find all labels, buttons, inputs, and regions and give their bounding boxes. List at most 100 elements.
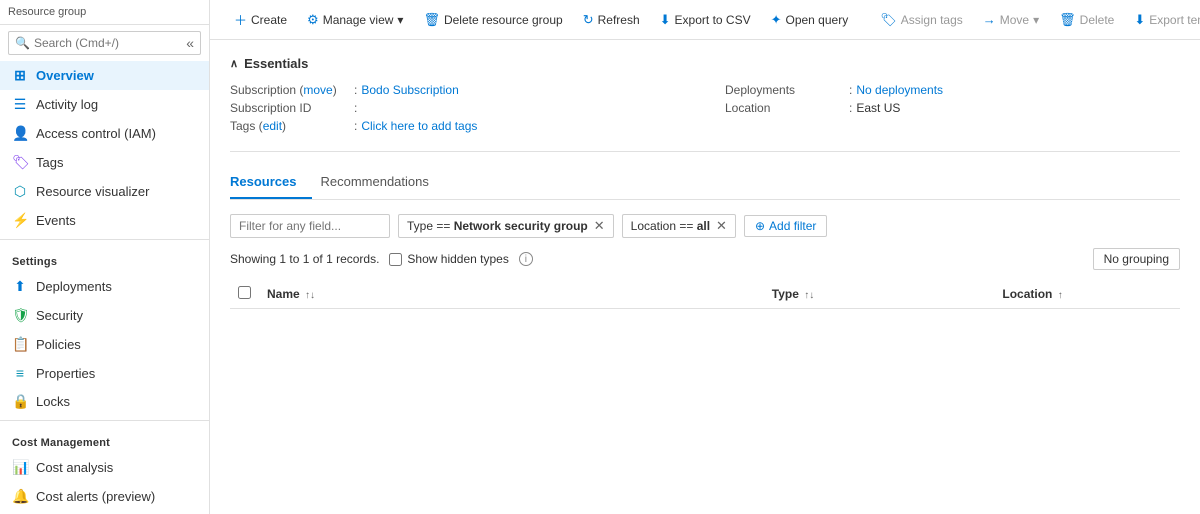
manage-view-button[interactable]: ⚙ Manage view ▾	[299, 8, 411, 32]
sidebar-item-label: Overview	[36, 68, 94, 83]
filter-input[interactable]	[230, 214, 390, 238]
add-filter-button[interactable]: ⊕ Add filter	[744, 215, 827, 237]
sidebar-item-label: Deployments	[36, 279, 112, 294]
type-filter-label: Type == Network security group	[407, 219, 588, 233]
th-type[interactable]: Type ↑↓	[764, 280, 995, 309]
type-filter-remove-icon[interactable]: ✕	[594, 218, 605, 234]
deployments-value[interactable]: No deployments	[856, 83, 943, 97]
tags-edit-link[interactable]: edit	[263, 119, 282, 133]
location-sort-icon[interactable]: ↑	[1058, 290, 1063, 301]
essentials-header: ∧ Essentials	[230, 56, 1180, 71]
name-sort-icon[interactable]: ↑↓	[305, 290, 315, 301]
sidebar-item-activity-log[interactable]: ☰ Activity log	[0, 90, 209, 119]
export-csv-icon: ⬇	[660, 12, 671, 28]
type-filter-chip[interactable]: Type == Network security group ✕	[398, 214, 614, 238]
sidebar-item-security[interactable]: 🛡 Security	[0, 301, 209, 330]
export-template-button[interactable]: ⬇ Export template	[1126, 8, 1200, 32]
sidebar-item-policies[interactable]: 📋 Policies	[0, 330, 209, 359]
cost-alerts-icon: 🔔	[12, 488, 28, 505]
subscription-id-label: Subscription ID	[230, 101, 350, 115]
sidebar-item-deployments[interactable]: ⬆ Deployments	[0, 272, 209, 301]
subscription-row: Subscription (move) : Bodo Subscription	[230, 81, 685, 99]
create-icon: ＋	[234, 10, 247, 29]
cost-analysis-icon: 📊	[12, 459, 28, 476]
show-hidden-types-label[interactable]: Show hidden types	[389, 252, 508, 266]
deployments-row: Deployments : No deployments	[725, 81, 1180, 99]
search-box[interactable]: 🔍 «	[8, 31, 201, 55]
refresh-button[interactable]: ↻ Refresh	[575, 8, 648, 32]
tags-row: Tags (edit) : Click here to add tags	[230, 117, 685, 135]
tabs: Resources Recommendations	[230, 166, 1180, 200]
search-icon: 🔍	[15, 36, 30, 50]
select-all-checkbox[interactable]	[238, 286, 251, 299]
location-filter-remove-icon[interactable]: ✕	[716, 218, 727, 234]
tab-resources[interactable]: Resources	[230, 166, 312, 199]
cost-management-section-label: Cost Management	[0, 425, 209, 453]
create-label: Create	[251, 13, 287, 27]
sidebar-item-events[interactable]: ⚡ Events	[0, 206, 209, 235]
th-select-all[interactable]	[230, 280, 259, 309]
sidebar-item-tags[interactable]: 🏷 Tags	[0, 148, 209, 177]
location-filter-label: Location == all	[631, 219, 710, 233]
th-type-label: Type	[772, 287, 799, 301]
location-row: Location : East US	[725, 99, 1180, 117]
add-filter-label: Add filter	[769, 219, 816, 233]
overview-icon: ⊞	[12, 67, 28, 84]
delete-resource-group-button[interactable]: 🗑 Delete resource group	[415, 8, 570, 32]
sidebar-item-resource-visualizer[interactable]: ⬡ Resource visualizer	[0, 177, 209, 206]
delete-icon: 🗑	[1059, 12, 1076, 28]
add-filter-icon: ⊕	[755, 219, 765, 233]
essentials-title: Essentials	[244, 56, 308, 71]
location-filter-chip[interactable]: Location == all ✕	[622, 214, 736, 238]
tags-label: Tags (edit)	[230, 119, 350, 133]
subscription-move-link[interactable]: move	[303, 83, 332, 97]
sidebar-item-cost-alerts[interactable]: 🔔 Cost alerts (preview)	[0, 482, 209, 511]
sidebar-item-locks[interactable]: 🔒 Locks	[0, 387, 209, 416]
policies-icon: 📋	[12, 336, 28, 353]
resource-table: Name ↑↓ Type ↑↓ Location ↑	[230, 280, 1180, 309]
sidebar-item-access-control[interactable]: 👤 Access control (IAM)	[0, 119, 209, 148]
sidebar-item-cost-analysis[interactable]: 📊 Cost analysis	[0, 453, 209, 482]
export-template-icon: ⬇	[1134, 12, 1145, 28]
open-query-button[interactable]: ✦ Open query	[763, 8, 857, 32]
access-control-icon: 👤	[12, 125, 28, 142]
sidebar-item-label: Events	[36, 213, 76, 228]
assign-tags-button[interactable]: 🏷 Assign tags	[872, 8, 971, 32]
content-area: ∧ Essentials Subscription (move) : Bodo …	[210, 40, 1200, 514]
th-name[interactable]: Name ↑↓	[259, 280, 764, 309]
open-query-label: Open query	[785, 13, 848, 27]
no-grouping-button[interactable]: No grouping	[1093, 248, 1180, 270]
search-input[interactable]	[34, 36, 186, 50]
subscription-label: Subscription (move)	[230, 83, 350, 97]
export-csv-button[interactable]: ⬇ Export to CSV	[652, 8, 759, 32]
manage-view-chevron-icon: ▾	[397, 13, 403, 27]
sidebar-item-label: Properties	[36, 366, 95, 381]
export-template-label: Export template	[1149, 13, 1200, 27]
tags-value[interactable]: Click here to add tags	[361, 119, 477, 133]
move-button[interactable]: → Move ▾	[975, 8, 1047, 31]
subscription-id-row: Subscription ID :	[230, 99, 685, 117]
type-sort-icon[interactable]: ↑↓	[804, 290, 814, 301]
properties-icon: ≡	[12, 365, 28, 381]
deployments-icon: ⬆	[12, 278, 28, 295]
subscription-value[interactable]: Bodo Subscription	[361, 83, 458, 97]
info-icon[interactable]: i	[519, 252, 533, 266]
assign-tags-label: Assign tags	[901, 13, 963, 27]
sidebar-item-label: Cost analysis	[36, 460, 113, 475]
essentials-divider	[230, 151, 1180, 152]
tab-recommendations[interactable]: Recommendations	[320, 166, 444, 199]
delete-rg-label: Delete resource group	[444, 13, 563, 27]
sidebar-item-label: Tags	[36, 155, 63, 170]
sidebar-header: Resource group	[0, 0, 209, 25]
tags-icon: 🏷	[12, 154, 28, 171]
show-hidden-types-text: Show hidden types	[407, 252, 508, 266]
delete-button[interactable]: 🗑 Delete	[1051, 8, 1122, 32]
create-button[interactable]: ＋ Create	[226, 6, 295, 33]
th-location[interactable]: Location ↑	[994, 280, 1180, 309]
sidebar-item-properties[interactable]: ≡ Properties	[0, 359, 209, 387]
essentials-chevron-icon[interactable]: ∧	[230, 57, 238, 70]
collapse-button[interactable]: «	[186, 35, 194, 51]
activity-log-icon: ☰	[12, 96, 28, 113]
sidebar-item-overview[interactable]: ⊞ Overview	[0, 61, 209, 90]
show-hidden-types-checkbox[interactable]	[389, 253, 402, 266]
